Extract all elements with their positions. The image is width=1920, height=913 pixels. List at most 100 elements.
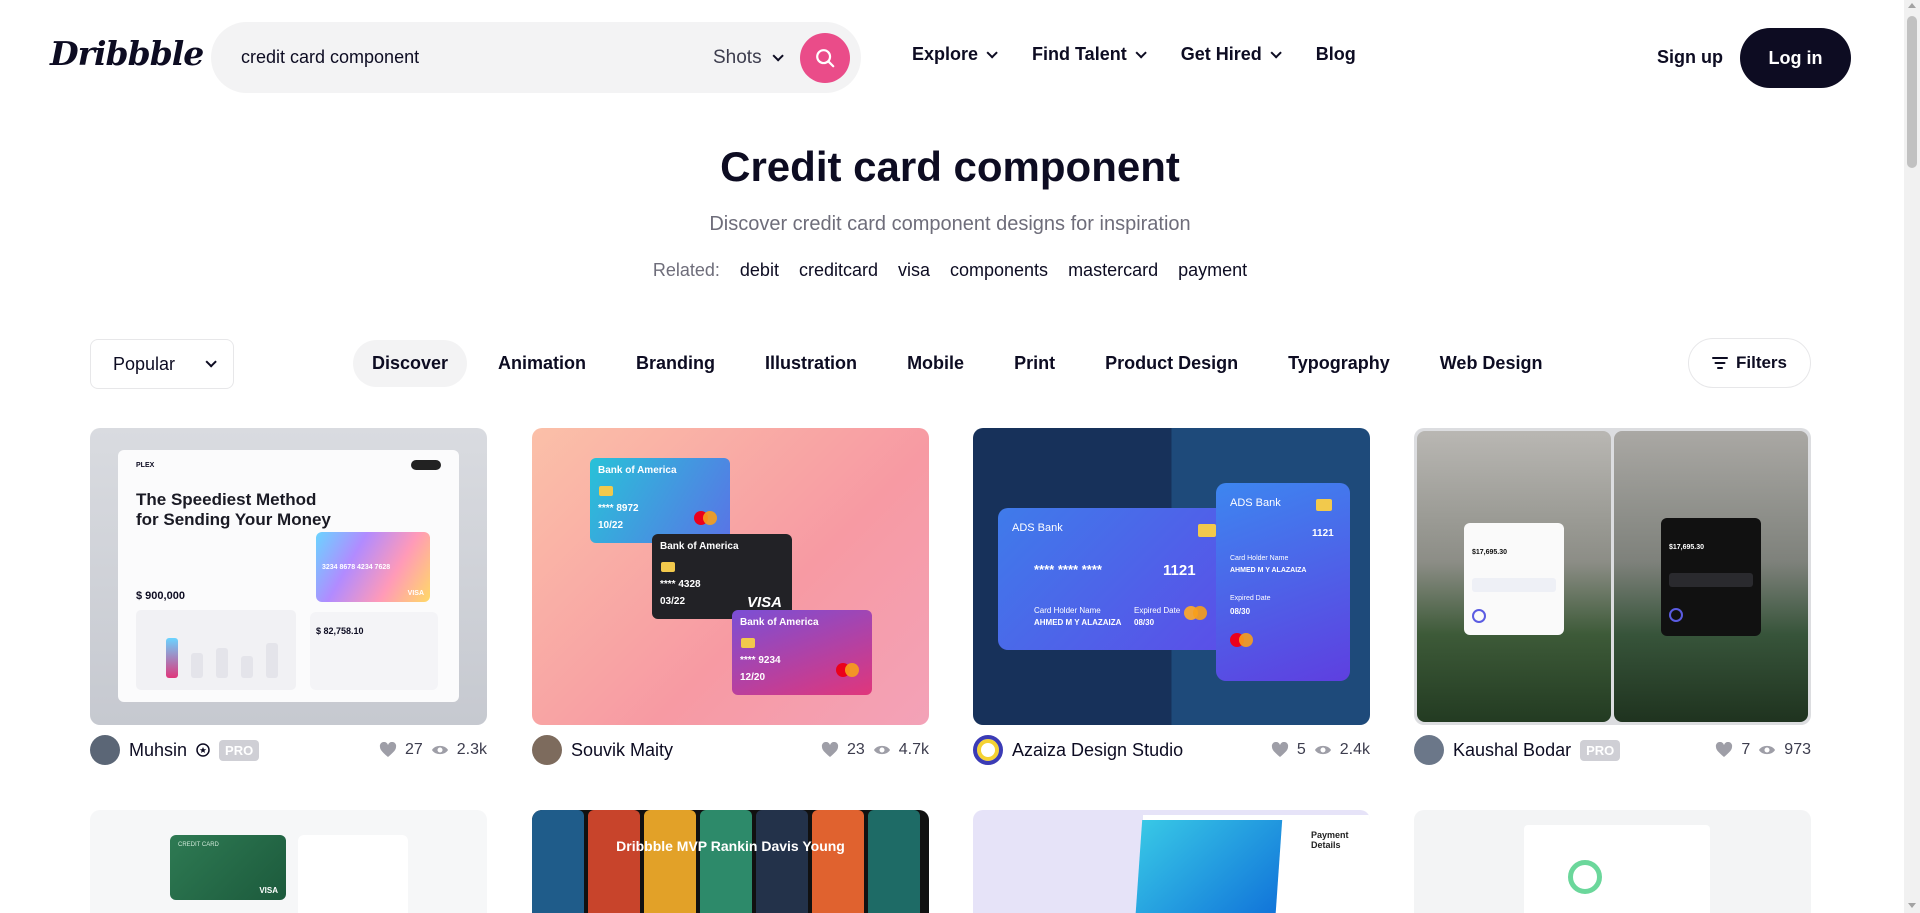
shot-author[interactable]: Muhsin PRO (90, 735, 260, 765)
dribbble-logo[interactable]: Dribbble (50, 34, 204, 73)
tab-print[interactable]: Print (995, 340, 1074, 387)
preview-can (868, 810, 920, 913)
heart-icon[interactable] (1271, 742, 1289, 758)
shot-thumbnail[interactable]: PLEX The Speediest Method for Sending Yo… (90, 428, 487, 725)
preview-amount: $17,695.30 (1669, 544, 1705, 551)
pro-badge: PRO (219, 739, 260, 761)
log-in-button[interactable]: Log in (1740, 28, 1851, 88)
preview-bank: Bank of America (740, 617, 819, 628)
preview-card (1133, 820, 1283, 913)
search-bar: Shots (211, 22, 861, 93)
preview-row (1472, 578, 1556, 592)
preview-bank: ADS Bank (1012, 522, 1063, 534)
related-tag[interactable]: visa (898, 260, 930, 281)
related-label: Related: (652, 260, 720, 280)
tab-discover[interactable]: Discover (353, 340, 468, 387)
view-count: 973 (1784, 741, 1811, 758)
preview-bank: Bank of America (660, 541, 739, 552)
tab-animation[interactable]: Animation (479, 340, 605, 387)
scrollbar-thumb[interactable] (1907, 16, 1917, 168)
filters-button[interactable]: Filters (1688, 338, 1811, 388)
nav-find-talent[interactable]: Find Talent (1032, 44, 1147, 65)
search-icon (816, 49, 835, 68)
nav-label: Explore (912, 44, 979, 64)
shot-thumbnail[interactable]: $17,695.30 $17,695.30 (1414, 428, 1811, 725)
holder-label: Card Holder Name (1034, 606, 1101, 615)
search-scope-dropdown[interactable]: Shots (713, 47, 784, 69)
search-input[interactable] (241, 22, 661, 93)
shot-thumbnail[interactable]: Payment Details (973, 810, 1370, 913)
nav-blog[interactable]: Blog (1316, 44, 1356, 65)
tab-product-design[interactable]: Product Design (1086, 340, 1257, 387)
shot-author[interactable]: Azaiza Design Studio (973, 735, 1183, 765)
preview-light-card: $17,695.30 (1464, 523, 1564, 635)
related-tag[interactable]: debit (740, 260, 779, 281)
tab-branding[interactable]: Branding (617, 340, 734, 387)
avatar (973, 735, 1003, 765)
shot-stats: 5 2.4k (1271, 741, 1370, 759)
author-name: Muhsin (129, 739, 188, 760)
preview-card-number: **** 8972 (598, 503, 639, 514)
search-button[interactable] (800, 33, 850, 83)
shot-meta: Muhsin PRO 27 2.3k (90, 735, 487, 765)
related-tag[interactable]: components (950, 260, 1048, 281)
view-count: 2.4k (1339, 741, 1370, 758)
shot-thumbnail[interactable]: ADS Bank **** **** **** 1121 Card Holder… (973, 428, 1370, 725)
related-tag[interactable]: creditcard (799, 260, 878, 281)
shot-thumbnail[interactable]: CREDIT CARD VISA (90, 810, 487, 913)
preview-list (298, 835, 408, 913)
sort-dropdown[interactable]: Popular (90, 339, 234, 389)
chip-icon (741, 638, 755, 648)
tab-illustration[interactable]: Illustration (746, 340, 876, 387)
preview-caption: Dribbble MVP Rankin Davis Young (616, 838, 845, 854)
preview-ring (1669, 608, 1683, 622)
preview-card-label: CREDIT CARD (178, 842, 219, 848)
tab-mobile[interactable]: Mobile (888, 340, 983, 387)
chip-icon (599, 486, 613, 496)
tab-typography[interactable]: Typography (1269, 340, 1409, 387)
shot-thumbnail[interactable]: Bank of America **** 8972 10/22 Bank of … (532, 428, 929, 725)
related-tag[interactable]: payment (1178, 260, 1247, 281)
preview-panel (1524, 825, 1710, 913)
shot-preview: PLEX The Speediest Method for Sending Yo… (118, 450, 459, 702)
tab-web-design[interactable]: Web Design (1421, 340, 1562, 387)
preview-card-expiry: 10/22 (598, 520, 624, 531)
scroll-up-arrow-icon[interactable] (1908, 3, 1916, 8)
preview-card-number: 1121 (1163, 562, 1196, 579)
main-nav: Explore Find Talent Get Hired Blog (912, 44, 1394, 65)
preview-bank: ADS Bank (1230, 497, 1281, 509)
preview-card-number: 3234 8678 4234 7628 (322, 564, 391, 571)
heart-icon[interactable] (379, 742, 397, 758)
preview-card-number: 1121 (1312, 528, 1334, 539)
preview-card: ADS Bank **** **** **** 1121 Card Holder… (998, 508, 1230, 650)
preview-can (588, 810, 640, 913)
chevron-down-icon (1270, 46, 1282, 59)
heart-icon[interactable] (1715, 742, 1733, 758)
shot-thumbnail[interactable] (1414, 810, 1811, 913)
preview-bar (191, 653, 203, 678)
preview-row (1669, 573, 1753, 587)
scroll-down-arrow-icon[interactable] (1908, 903, 1916, 908)
preview-card: Bank of America **** 9234 12/20 (732, 610, 872, 695)
related-tag[interactable]: mastercard (1068, 260, 1158, 281)
chip-icon (1316, 499, 1332, 511)
holder-name: AHMED M Y ALAZAIZA (1230, 567, 1307, 574)
avatar (90, 735, 120, 765)
nav-get-hired[interactable]: Get Hired (1181, 44, 1282, 65)
preview-bar (166, 638, 178, 678)
nav-explore[interactable]: Explore (912, 44, 998, 65)
preview-bar (266, 643, 278, 678)
pro-badge: PRO (1580, 739, 1621, 761)
preview-dark-card: $17,695.30 (1661, 518, 1761, 636)
shot-thumbnail[interactable]: Dribbble MVP Rankin Davis Young (532, 810, 929, 913)
expiry-label: Expired Date (1230, 595, 1271, 602)
category-tabs: Discover Animation Branding Illustration… (353, 340, 1573, 387)
shot-author[interactable]: Souvik Maity (532, 735, 673, 765)
sort-label: Popular (113, 353, 176, 374)
site-header: Dribbble Shots Explore Find Talent Get H… (0, 0, 1900, 115)
expiry-value: 08/30 (1230, 607, 1251, 616)
heart-icon[interactable] (821, 742, 839, 758)
preview-card: 3234 8678 4234 7628 VISA (316, 532, 430, 602)
sign-up-link[interactable]: Sign up (1657, 47, 1723, 68)
shot-author[interactable]: Kaushal Bodar PRO (1414, 735, 1621, 765)
